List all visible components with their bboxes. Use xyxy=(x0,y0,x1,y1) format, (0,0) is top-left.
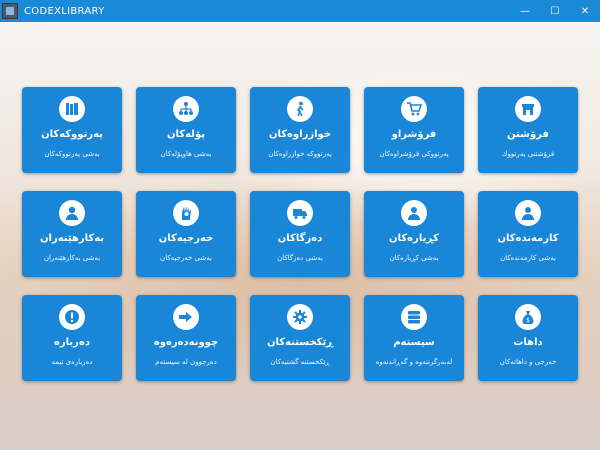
tile-title: ڕێکخستنەکان xyxy=(266,337,334,348)
tile-subtitle: بەشی کارمەندەکان xyxy=(500,254,556,262)
minimize-button[interactable]: — xyxy=(510,0,540,22)
close-button[interactable]: ✕ xyxy=(570,0,600,22)
tile-title: دەزگاکان xyxy=(277,233,323,244)
tile-sales[interactable]: فرۆشتن فرۆشتنی پەرتووك xyxy=(478,87,578,173)
maximize-button[interactable]: ☐ xyxy=(540,0,570,22)
books-icon xyxy=(59,96,85,122)
hierarchy-icon xyxy=(173,96,199,122)
tile-subtitle: بەشی خەرجیەکان xyxy=(160,254,212,262)
tile-customers[interactable]: کڕیارەکان بەشی کڕیارەکان xyxy=(364,191,464,277)
tile-subtitle: بەشی کڕیارەکان xyxy=(389,254,439,262)
tile-title: فرۆشراو xyxy=(391,129,437,140)
tile-about[interactable]: دەربارە دەربارەی تیمە xyxy=(22,295,122,381)
tile-title: چوونەدەرەوە xyxy=(153,337,219,348)
gear-icon xyxy=(287,304,313,330)
user-icon xyxy=(59,200,85,226)
tile-subtitle: بەشی دەزگاکان xyxy=(277,254,323,262)
tile-subtitle: ڕێکخستنە گشتیەکان xyxy=(270,358,330,366)
tile-subtitle: دەربارەی تیمە xyxy=(51,358,93,366)
tile-subtitle: بەشی پەرتووکەکان xyxy=(44,150,100,158)
tile-classes[interactable]: پۆلەکان بەشی هاوپۆلەکان xyxy=(136,87,236,173)
logout-arrow-icon xyxy=(173,304,199,330)
database-icon xyxy=(401,304,427,330)
customer-icon xyxy=(401,200,427,226)
window-title: CODEXLIBRARY xyxy=(24,5,105,17)
money-bag-icon: $ xyxy=(515,304,541,330)
tile-title: سیستەم xyxy=(393,337,435,348)
tile-title: کڕیارەکان xyxy=(389,233,439,244)
tile-books[interactable]: پەرتووکەکان بەشی پەرتووکەکان xyxy=(22,87,122,173)
tile-sold[interactable]: فرۆشراو پەرتووکی فرۆشراوەکان xyxy=(364,87,464,173)
employee-icon xyxy=(515,200,541,226)
tile-title: پۆلەکان xyxy=(167,129,205,140)
tile-institutions[interactable]: دەزگاکان بەشی دەزگاکان xyxy=(250,191,350,277)
info-icon xyxy=(59,304,85,330)
title-bar: CODEXLIBRARY — ☐ ✕ xyxy=(0,0,600,22)
tile-expenses[interactable]: خەرجیەکان بەشی خەرجیەکان xyxy=(136,191,236,277)
tile-system[interactable]: سیستەم لەبەرگرتنەوە و گەڕاندنەوە xyxy=(364,295,464,381)
tile-subtitle: پەرتووکە خوازراوەکان xyxy=(268,150,332,158)
tile-title: داهات xyxy=(513,337,543,348)
tile-borrowed[interactable]: خوازراوەکان پەرتووکە خوازراوەکان xyxy=(250,87,350,173)
tile-users[interactable]: بەکارهێنەران بەشی بەکارهێنەران xyxy=(22,191,122,277)
tile-employees[interactable]: کارمەندەکان بەشی کارمەندەکان xyxy=(478,191,578,277)
tile-settings[interactable]: ڕێکخستنەکان ڕێکخستنە گشتیەکان xyxy=(250,295,350,381)
tile-title: دەربارە xyxy=(54,337,90,348)
tile-subtitle: بەشی بەکارهێنەران xyxy=(43,254,101,262)
tile-subtitle: فرۆشتنی پەرتووك xyxy=(501,150,555,158)
truck-icon xyxy=(287,200,313,226)
tile-subtitle: بەشی هاوپۆلەکان xyxy=(160,150,212,158)
tile-title: پەرتووکەکان xyxy=(41,129,103,140)
tile-income[interactable]: $ داهات خەرجی و داهاتەکان xyxy=(478,295,578,381)
tile-title: فرۆشتن xyxy=(507,129,549,140)
cart-icon xyxy=(401,96,427,122)
svg-text:$: $ xyxy=(526,317,530,324)
tile-title: خوازراوەکان xyxy=(268,129,332,140)
tile-title: بەکارهێنەران xyxy=(39,233,105,244)
tile-title: خەرجیەکان xyxy=(158,233,214,244)
tile-subtitle: خەرجی و داهاتەکان xyxy=(499,358,557,366)
store-icon xyxy=(515,96,541,122)
walking-person-icon xyxy=(287,96,313,122)
tile-subtitle: لەبەرگرتنەوە و گەڕاندنەوە xyxy=(375,358,453,366)
window-controls: — ☐ ✕ xyxy=(510,0,600,22)
tile-subtitle: پەرتووکی فرۆشراوەکان xyxy=(379,150,449,158)
tile-title: کارمەندەکان xyxy=(497,233,559,244)
app-icon xyxy=(2,3,18,19)
tile-logout[interactable]: چوونەدەرەوە دەرچوون لە سیستەم xyxy=(136,295,236,381)
hand-money-icon xyxy=(173,200,199,226)
tile-subtitle: دەرچوون لە سیستەم xyxy=(155,358,217,366)
